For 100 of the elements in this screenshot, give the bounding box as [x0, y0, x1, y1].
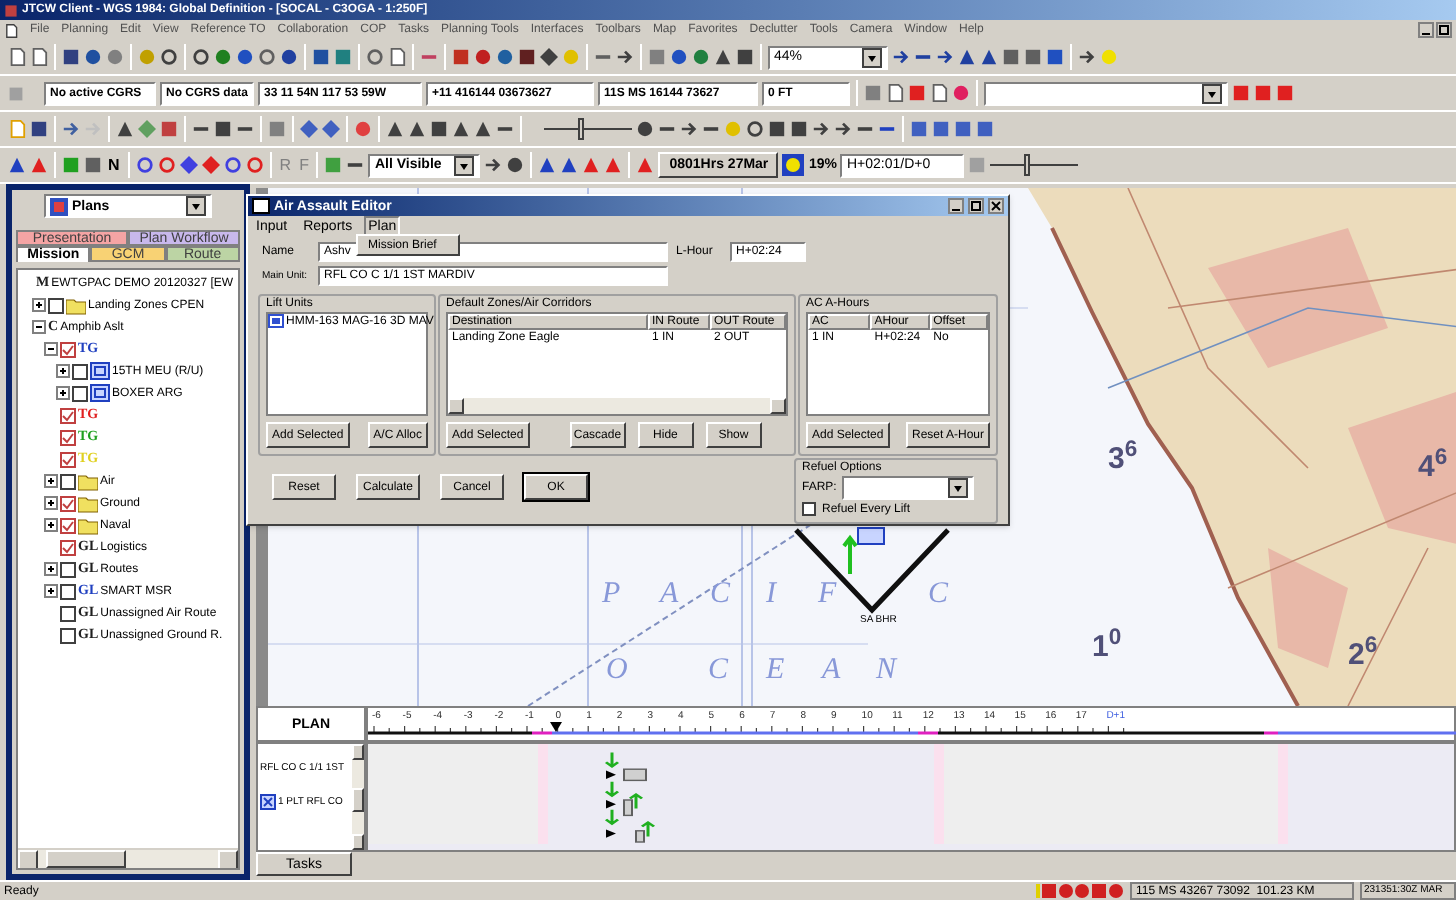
arrow-icon[interactable] — [834, 120, 852, 138]
collapse-icon[interactable] — [44, 342, 58, 356]
square-icon[interactable] — [1046, 48, 1064, 66]
slider-track[interactable] — [990, 154, 1079, 176]
arrow-icon[interactable] — [616, 48, 634, 66]
checkbox[interactable] — [60, 451, 76, 467]
page-icon[interactable] — [388, 48, 406, 66]
square-icon[interactable] — [312, 48, 330, 66]
square-icon[interactable] — [1002, 48, 1020, 66]
restore-icon[interactable] — [1436, 22, 1452, 38]
circle-icon[interactable] — [636, 120, 654, 138]
arrow-icon[interactable] — [936, 48, 954, 66]
expand-icon[interactable] — [44, 474, 58, 488]
scrollbar[interactable] — [448, 398, 786, 414]
grid-label: 1$^{0}$ — [1092, 632, 1122, 662]
ocean-label: F — [818, 580, 837, 610]
minimize-icon[interactable] — [948, 198, 964, 214]
checkbox[interactable] — [60, 627, 76, 643]
arrow-icon[interactable] — [812, 120, 830, 138]
page-icon[interactable] — [886, 84, 904, 102]
ring-icon[interactable] — [366, 48, 384, 66]
square-icon[interactable] — [214, 120, 232, 138]
close-icon[interactable] — [988, 198, 1004, 214]
circle-icon[interactable] — [236, 48, 254, 66]
checkbox[interactable] — [60, 407, 76, 423]
square-icon[interactable] — [768, 120, 786, 138]
arrow-icon[interactable] — [892, 48, 910, 66]
layer-dropdown[interactable] — [984, 81, 1228, 105]
circle-icon[interactable] — [670, 48, 688, 66]
checkbox[interactable] — [60, 341, 76, 357]
expand-icon[interactable] — [32, 298, 46, 312]
arrow-icon[interactable] — [484, 156, 503, 174]
square-icon[interactable] — [84, 156, 102, 174]
expand-icon[interactable] — [56, 364, 70, 378]
triangle-icon[interactable] — [714, 48, 732, 66]
square-icon[interactable] — [790, 120, 808, 138]
unit-symbol-icon — [260, 794, 276, 810]
square-icon[interactable] — [976, 120, 994, 138]
square-icon[interactable] — [30, 120, 48, 138]
checkbox[interactable] — [60, 583, 76, 599]
ring-icon[interactable] — [258, 48, 276, 66]
farp-dropdown[interactable] — [842, 475, 975, 499]
checkbox[interactable] — [60, 605, 76, 621]
ring-icon[interactable] — [746, 120, 764, 138]
checkbox[interactable] — [60, 561, 76, 577]
circle-icon[interactable] — [474, 48, 492, 66]
sun-icon[interactable] — [782, 154, 805, 176]
maximize-icon[interactable] — [968, 198, 984, 214]
slider-track[interactable] — [544, 118, 632, 140]
square-icon[interactable] — [430, 120, 448, 138]
circle-icon[interactable] — [496, 48, 514, 66]
expand-icon[interactable] — [56, 386, 70, 400]
collapse-icon[interactable] — [32, 320, 46, 334]
square-icon[interactable] — [452, 48, 470, 66]
square-icon[interactable] — [518, 48, 536, 66]
checkbox[interactable] — [72, 385, 88, 401]
arrow-icon[interactable] — [680, 120, 698, 138]
checkbox[interactable] — [60, 473, 76, 489]
scrollbar[interactable] — [352, 744, 364, 850]
checkbox[interactable] — [60, 495, 76, 511]
circle-icon[interactable] — [214, 48, 232, 66]
square-icon[interactable] — [1024, 48, 1042, 66]
ocean-label: N — [876, 656, 897, 686]
arrow-icon[interactable] — [1078, 48, 1096, 66]
ocean-label: I — [766, 580, 776, 610]
ocean-label: C — [708, 656, 729, 686]
checkbox[interactable] — [60, 429, 76, 445]
layer-toggle[interactable]: N — [106, 157, 122, 173]
square-icon[interactable] — [62, 48, 80, 66]
slider-thumb[interactable] — [1024, 154, 1031, 176]
square-icon[interactable] — [932, 120, 950, 138]
slider-thumb[interactable] — [577, 118, 584, 140]
circle-icon[interactable] — [84, 48, 102, 66]
page-icon[interactable] — [930, 84, 948, 102]
circle-icon[interactable] — [952, 84, 970, 102]
square-icon[interactable] — [910, 120, 928, 138]
expand-icon[interactable] — [44, 584, 58, 598]
expand-icon[interactable] — [44, 518, 58, 532]
circle-icon[interactable] — [692, 48, 710, 66]
square-icon[interactable] — [160, 120, 178, 138]
grid-label: 2$^{6}$ — [1348, 640, 1378, 670]
ocean-label: P — [602, 580, 621, 610]
scrollbar[interactable] — [18, 848, 238, 868]
circle-icon[interactable] — [506, 156, 525, 174]
circle-icon[interactable] — [280, 48, 298, 66]
ocean-label: E — [766, 656, 785, 686]
checkbox[interactable] — [60, 539, 76, 555]
triangle-icon[interactable] — [116, 120, 134, 138]
minimize-icon[interactable] — [1418, 22, 1434, 38]
checkbox[interactable] — [802, 502, 816, 516]
expand-icon[interactable] — [44, 562, 58, 576]
square-icon[interactable] — [736, 48, 754, 66]
diamond-icon[interactable] — [540, 48, 558, 66]
checkbox[interactable] — [72, 363, 88, 379]
expand-icon[interactable] — [44, 496, 58, 510]
ocean-label: A — [660, 580, 679, 610]
square-icon[interactable] — [954, 120, 972, 138]
arrow-icon[interactable] — [62, 120, 80, 138]
checkbox[interactable] — [60, 517, 76, 533]
checkbox[interactable] — [48, 297, 64, 313]
